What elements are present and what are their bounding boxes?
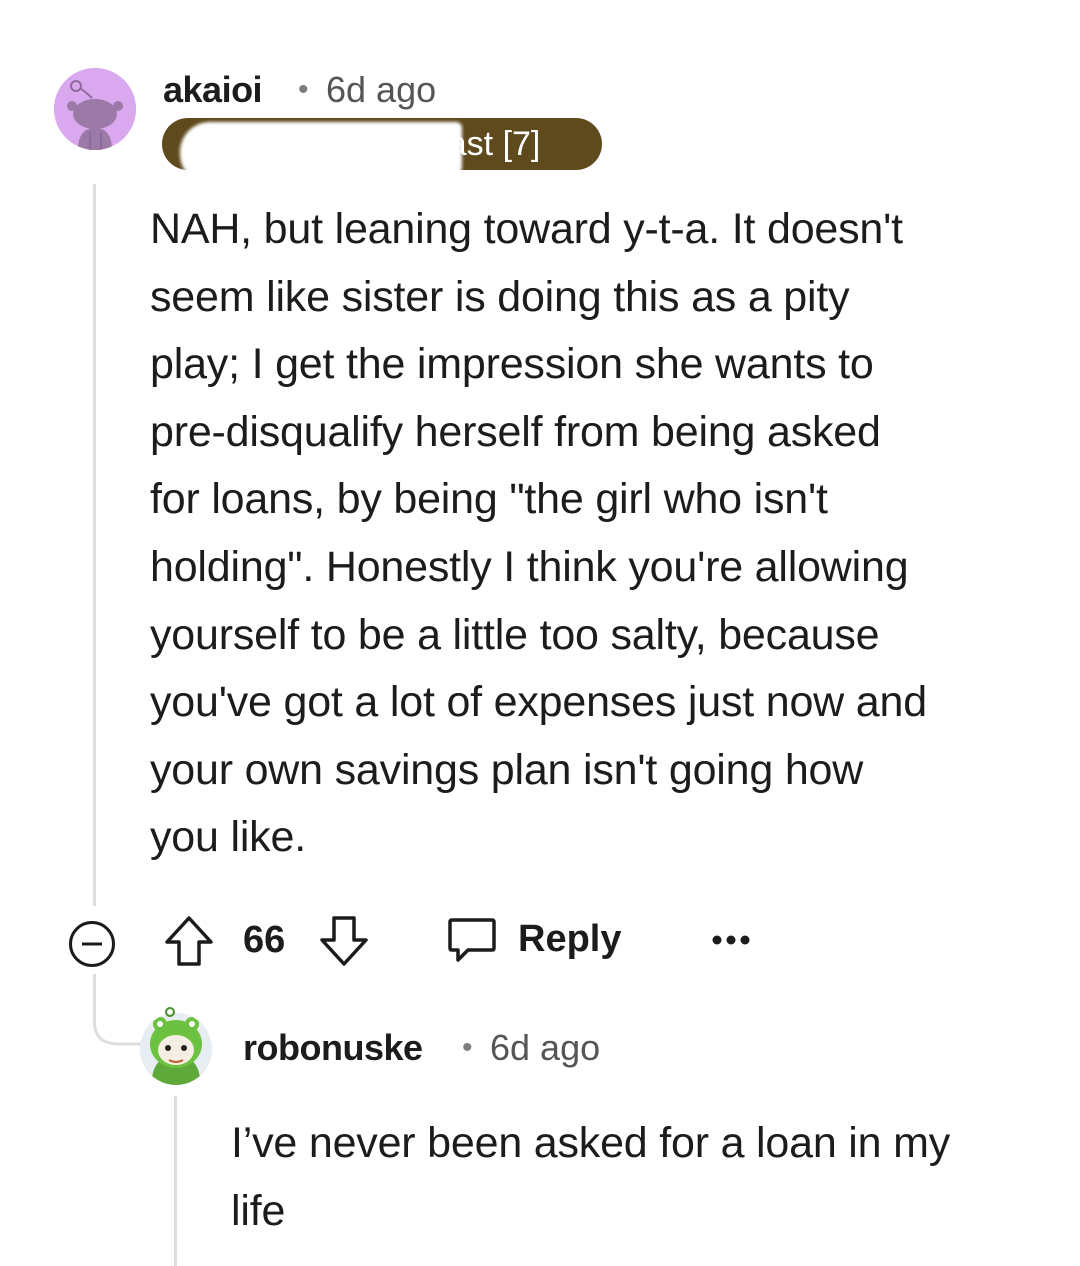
reply-body: I’ve never been asked for a loan in my l… [231,1119,951,1235]
flair-redaction [180,122,462,170]
comment-body: NAH, but leaning toward y-t-a. It doesn'… [150,205,927,862]
reply-username[interactable]: robonuske [243,1024,423,1072]
downvote-arrow-icon[interactable] [318,914,370,968]
username[interactable]: akaioi [163,66,263,114]
meta-separator: • [298,73,309,106]
avatar[interactable] [54,68,136,150]
vote-score: 66 [243,919,286,961]
user-flair: e Enthusiast [7] [162,118,602,170]
reply-label: Reply [518,918,622,960]
upvote-arrow-icon[interactable] [163,914,215,968]
more-dots-icon[interactable] [708,920,754,960]
comment-bubble-icon [448,918,496,962]
timestamp: 6d ago [326,69,437,110]
avatar[interactable] [138,1006,214,1086]
reply-meta-separator: • [462,1031,473,1064]
reply-timestamp: 6d ago [490,1027,601,1068]
collapse-minus-icon[interactable] [68,920,116,968]
thread-line-reply [174,1096,177,1266]
reply-button[interactable]: Reply [446,912,636,968]
thread-line-main [93,184,96,906]
